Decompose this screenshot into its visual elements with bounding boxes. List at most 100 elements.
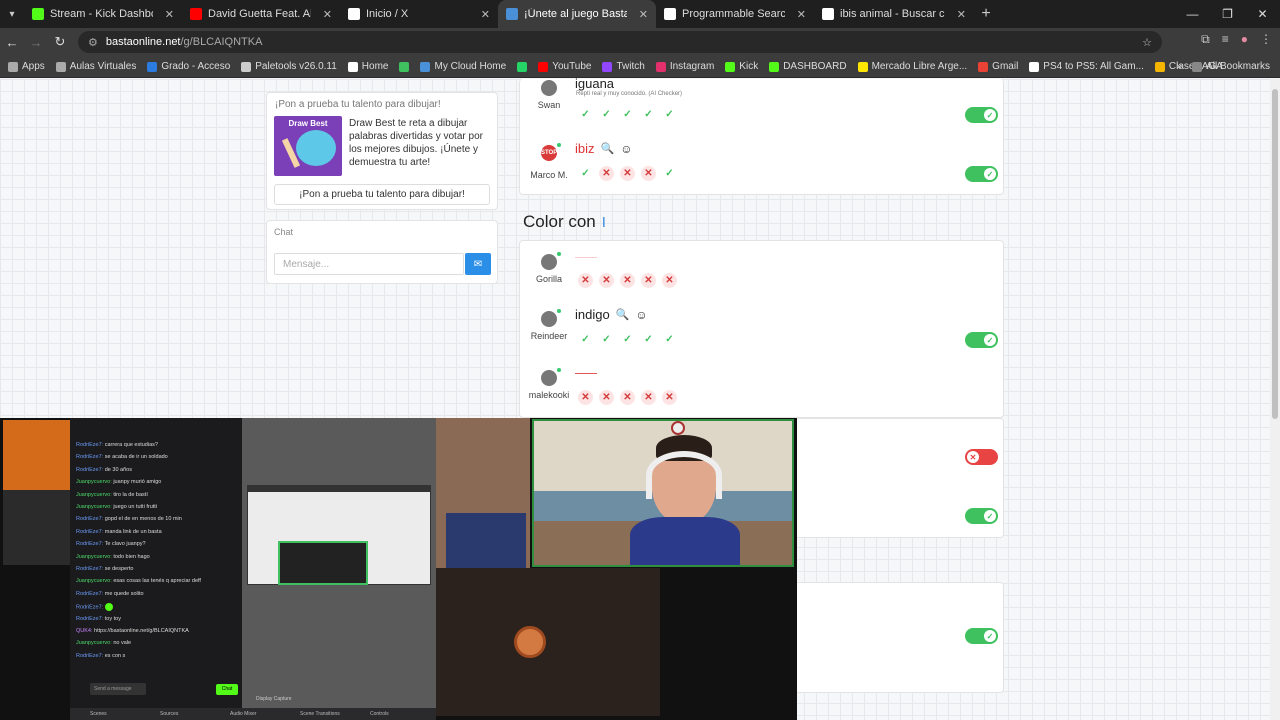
tab-favicon-icon — [32, 8, 44, 20]
vote-check-icon[interactable]: ✓ — [662, 332, 677, 347]
bookmark-item[interactable]: YouTube — [538, 61, 591, 72]
minimize-button[interactable]: — — [1175, 0, 1210, 28]
bookmark-item[interactable]: Twitch — [602, 61, 645, 72]
vote-check-icon[interactable]: ✓ — [620, 107, 635, 122]
vote-cross-icon[interactable]: ✕ — [599, 390, 614, 405]
emoji-react-icon[interactable]: ☺ — [620, 142, 632, 156]
bookmark-item[interactable]: Paletools v26.0.11 — [241, 61, 337, 72]
vote-cross-icon[interactable]: ✕ — [620, 390, 635, 405]
obs-dock: Scenes Sources Audio Mixer Scene Transition… — [70, 708, 436, 720]
player-reindeer: Reindeer — [527, 309, 571, 341]
tab-2[interactable]: Inicio / X ✕ — [340, 0, 498, 28]
bookmark-item[interactable] — [399, 61, 410, 72]
tab-3[interactable]: ¡Únete al juego Basta! ✕ — [498, 0, 656, 28]
vote-cross-icon[interactable]: ✕ — [662, 390, 677, 405]
empty-answer — [575, 373, 597, 374]
tab-5[interactable]: ibis animal - Buscar con Google ✕ — [814, 0, 974, 28]
answer-toggle-off[interactable]: ✕ — [965, 449, 998, 465]
answer-toggle-marco[interactable]: ✓ — [965, 166, 998, 182]
extensions-icon[interactable]: ⧉ — [1201, 32, 1210, 47]
tab-4[interactable]: Programmable Search Engine ✕ — [656, 0, 814, 28]
new-tab-button[interactable]: + — [974, 5, 998, 23]
chat-message: me quede solito — [104, 590, 144, 597]
tab-0[interactable]: Stream - Kick Dashboard ✕ — [24, 0, 182, 28]
back-button[interactable]: ← — [0, 35, 24, 50]
reload-button[interactable]: ↻ — [48, 34, 72, 50]
vote-check-icon[interactable]: ✓ — [662, 107, 677, 122]
bookmark-item[interactable]: Instagram — [655, 61, 714, 72]
bookmark-item[interactable] — [517, 61, 528, 72]
bookmark-item[interactable]: My Cloud Home — [420, 61, 506, 72]
tab-close-icon[interactable]: ✕ — [797, 8, 806, 21]
chat-message-input[interactable]: Mensaje... — [274, 253, 464, 275]
bookmark-star-icon[interactable]: ☆ — [1142, 36, 1152, 49]
bookmark-item[interactable]: Apps — [8, 61, 45, 72]
vote-check-icon[interactable]: ✓ — [599, 332, 614, 347]
vote-cross-icon[interactable]: ✕ — [620, 273, 635, 288]
tab-close-icon[interactable]: ✕ — [165, 8, 174, 21]
vote-check-icon[interactable]: ✓ — [662, 166, 677, 181]
tab-close-icon[interactable]: ✕ — [323, 8, 332, 21]
vote-check-icon[interactable]: ✓ — [620, 332, 635, 347]
menu-icon[interactable]: ⋮ — [1260, 32, 1272, 47]
bookmark-item[interactable]: Grado - Acceso — [147, 61, 230, 72]
tab-close-icon[interactable]: ✕ — [481, 8, 490, 21]
chat-button[interactable]: Chat — [216, 684, 238, 695]
chat-username: RodriEze7: — [76, 615, 105, 622]
all-bookmarks-button[interactable]: All Bookmarks — [1192, 61, 1270, 72]
vote-cross-icon[interactable]: ✕ — [578, 273, 593, 288]
vote-check-icon[interactable]: ✓ — [578, 107, 593, 122]
page-scrollbar[interactable] — [1270, 79, 1280, 720]
vote-check-icon[interactable]: ✓ — [578, 332, 593, 347]
vote-check-icon[interactable]: ✓ — [641, 332, 656, 347]
draw-best-image[interactable]: Draw Best — [274, 116, 342, 176]
search-icon[interactable]: 🔍 — [601, 142, 615, 155]
tab-search-button[interactable]: ▾ — [0, 0, 24, 28]
stream-chat-line: RodriEze7: de 30 años — [76, 467, 132, 473]
promo-button[interactable]: ¡Pon a prueba tu talento para dibujar! — [274, 184, 490, 205]
vote-cross-icon[interactable]: ✕ — [641, 390, 656, 405]
vote-cross-icon[interactable]: ✕ — [641, 166, 656, 181]
bookmark-item[interactable]: Home — [347, 61, 388, 72]
vote-check-icon[interactable]: ✓ — [578, 166, 593, 181]
chat-username: Juanpycuervo: — [76, 491, 114, 498]
vote-cross-icon[interactable]: ✕ — [599, 273, 614, 288]
vote-check-icon[interactable]: ✓ — [641, 107, 656, 122]
bookmark-item[interactable]: DASHBOARD — [769, 61, 847, 72]
chat-send-input[interactable]: Send a message — [90, 683, 146, 695]
answer-toggle[interactable]: ✓ — [965, 508, 998, 524]
answer-toggle-swan[interactable]: ✓ — [965, 107, 998, 123]
answer-toggle-reindeer[interactable]: ✓ — [965, 332, 998, 348]
close-window-button[interactable]: ✕ — [1245, 0, 1280, 28]
vote-cross-icon[interactable]: ✕ — [599, 166, 614, 181]
emoji-react-icon[interactable]: ☺ — [635, 308, 647, 322]
vote-cross-icon[interactable]: ✕ — [641, 273, 656, 288]
vote-cross-icon[interactable]: ✕ — [578, 390, 593, 405]
site-info-icon[interactable]: ⚙ — [88, 36, 98, 49]
search-icon[interactable]: 🔍 — [616, 308, 630, 321]
forward-button[interactable]: → — [24, 35, 48, 50]
tab-close-icon[interactable]: ✕ — [639, 8, 648, 21]
address-bar[interactable]: ⚙ bastaonline.net/g/BLCAIQNTKA ☆ — [78, 31, 1162, 53]
vote-check-icon[interactable]: ✓ — [599, 107, 614, 122]
bookmarks-overflow-icon[interactable]: » — [1177, 61, 1183, 72]
tab-1[interactable]: David Guetta Feat. Akon - S ✕ — [182, 0, 340, 28]
answer-toggle[interactable]: ✓ — [965, 628, 998, 644]
bookmark-item[interactable]: PS4 to PS5: All Gam... — [1029, 61, 1144, 72]
bookmark-item[interactable]: Mercado Libre Arge... — [857, 61, 967, 72]
vote-cross-icon[interactable]: ✕ — [620, 166, 635, 181]
bookmark-item[interactable]: Kick — [725, 61, 758, 72]
scrollbar-thumb[interactable] — [1272, 89, 1278, 419]
chat-send-button[interactable]: ✉ — [465, 253, 491, 275]
room-camera-feed — [3, 420, 71, 565]
bookmark-item[interactable]: Aulas Virtuales — [55, 61, 136, 72]
online-dot — [557, 143, 561, 147]
vote-cross-icon[interactable]: ✕ — [662, 273, 677, 288]
bookmark-label: My Cloud Home — [434, 61, 507, 72]
tab-close-icon[interactable]: ✕ — [957, 8, 966, 21]
chat-username: Juanpycuervo: — [76, 553, 114, 560]
media-icon[interactable]: ≡ — [1222, 32, 1229, 47]
maximize-button[interactable]: ❐ — [1210, 0, 1245, 28]
bookmark-item[interactable]: Gmail — [978, 61, 1018, 72]
profile-avatar[interactable]: ● — [1241, 32, 1248, 47]
